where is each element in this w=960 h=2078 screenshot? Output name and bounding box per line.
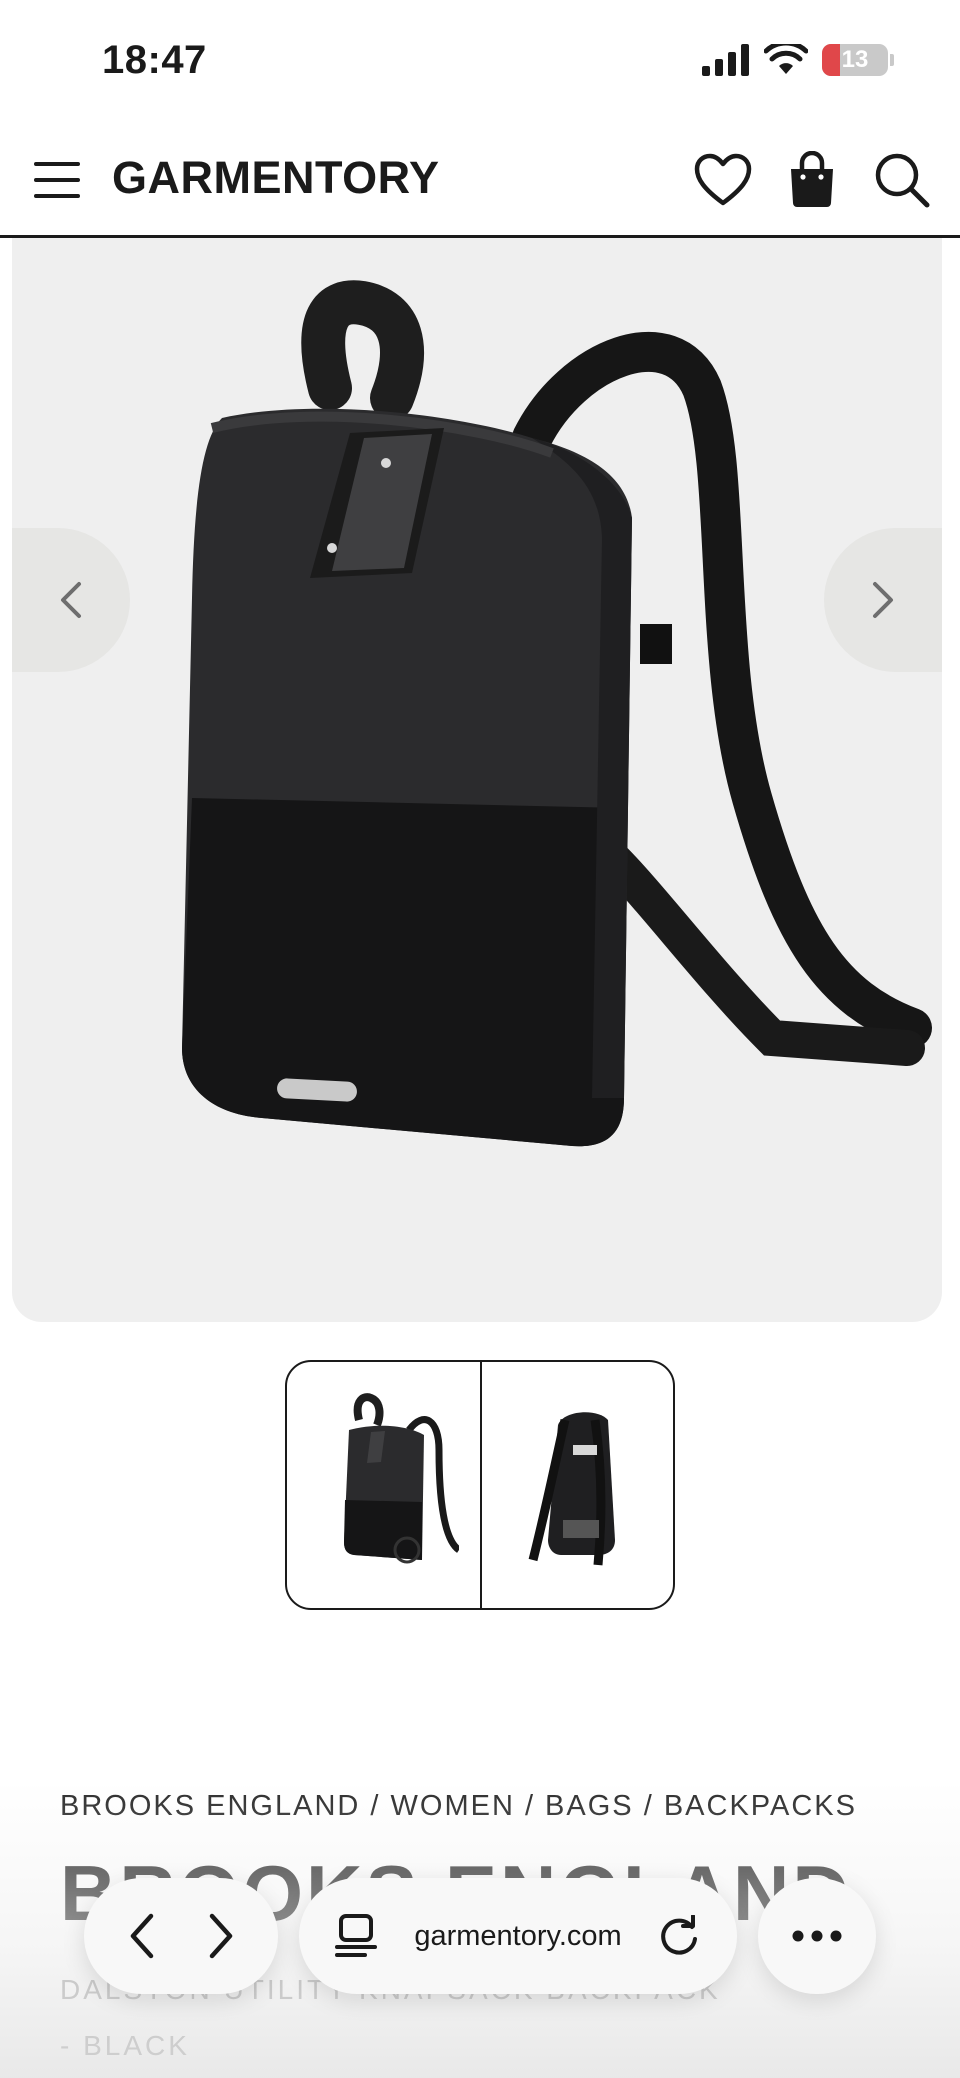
browser-forward-button[interactable]: [206, 1912, 236, 1960]
product-image-carousel[interactable]: [12, 238, 942, 1322]
more-icon: [792, 1930, 842, 1942]
breadcrumb[interactable]: BROOKS ENGLAND / WOMEN / BAGS / BACKPACK…: [60, 1790, 857, 1823]
product-image-backpack: [182, 280, 932, 1147]
chevron-right-icon: [209, 1913, 232, 1959]
heart-icon: [694, 153, 752, 206]
shopping-bag-icon: [791, 151, 833, 207]
wifi-icon: [764, 44, 808, 74]
chevron-left-icon: [130, 1913, 153, 1959]
search-button[interactable]: [869, 147, 935, 213]
status-icons: 13: [702, 44, 894, 76]
battery-level: 13: [841, 46, 869, 73]
browser-address-bar[interactable]: garmentory.com: [299, 1878, 737, 1994]
browser-back-button[interactable]: [127, 1912, 157, 1960]
thumbnail-strip: [285, 1360, 675, 1610]
product-name-line2: - BLACK: [60, 2030, 190, 2061]
cart-button[interactable]: [779, 147, 845, 213]
site-header: GARMENTORY: [0, 125, 960, 238]
thumbnail-image-back: [528, 1412, 615, 1566]
status-bar: 18:47 13: [0, 0, 960, 125]
site-logo[interactable]: GARMENTORY: [112, 152, 440, 204]
menu-button[interactable]: [32, 155, 82, 205]
status-time: 18:47: [102, 38, 207, 82]
thumbnail-back[interactable]: [480, 1362, 673, 1608]
reload-icon[interactable]: [659, 1915, 701, 1957]
signal-icon: [702, 44, 749, 76]
battery-icon: 13: [822, 44, 888, 76]
browser-nav-controls: [84, 1878, 278, 1994]
reader-tabs-icon: [335, 1914, 377, 1957]
browser-url: garmentory.com: [414, 1919, 622, 1952]
thumbnail-image-front: [343, 1393, 459, 1564]
wishlist-button[interactable]: [690, 147, 756, 213]
browser-more-button[interactable]: [758, 1878, 876, 1994]
search-icon: [875, 153, 930, 208]
chevron-left-icon: [61, 582, 81, 618]
thumbnail-front[interactable]: [287, 1362, 480, 1608]
chevron-right-icon: [873, 582, 893, 618]
